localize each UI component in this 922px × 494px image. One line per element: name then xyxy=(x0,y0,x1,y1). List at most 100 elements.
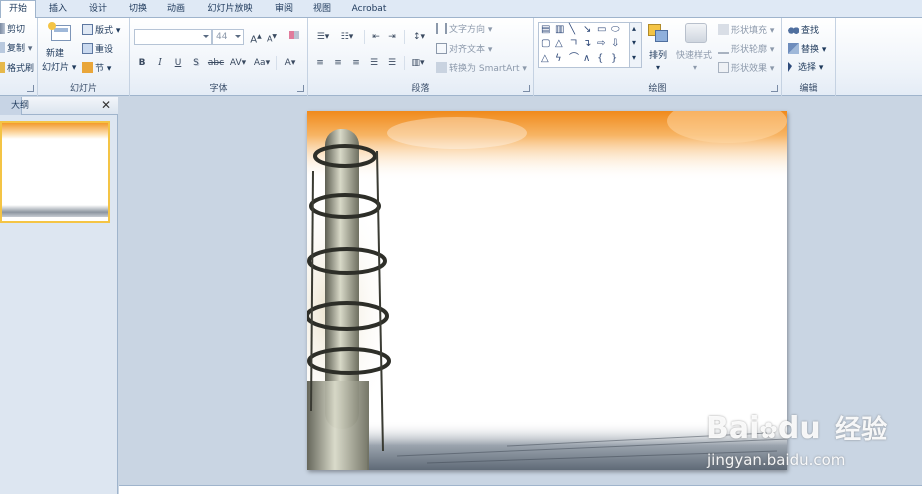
chevron-down-icon[interactable]: ▾ xyxy=(632,37,636,49)
text-direction-button[interactable]: 文字方向 ▾ xyxy=(436,23,492,36)
bullets-button[interactable]: ☰▾ xyxy=(312,30,334,44)
reset-button[interactable]: 重设 xyxy=(82,43,113,56)
indent-icon: ⇥ xyxy=(388,32,396,42)
shape-effects-button[interactable]: 形状效果 ▾ xyxy=(718,62,774,75)
oval-shape-icon[interactable]: ⬭ xyxy=(611,24,620,36)
align-right-icon: ≡ xyxy=(352,58,360,68)
quick-styles-label: 快速样式 xyxy=(676,51,713,61)
tab-transitions[interactable]: 切换 xyxy=(120,1,156,18)
quick-styles-button[interactable]: 快速样式 ▾ xyxy=(676,22,716,78)
replace-button[interactable]: 替换 ▾ xyxy=(788,43,826,56)
lightning-shape-icon[interactable]: ϟ xyxy=(555,53,562,65)
select-button[interactable]: 选择 ▾ xyxy=(788,62,823,74)
new-slide-button[interactable]: 新建 幻灯片 ▾ xyxy=(42,22,78,78)
chevron-up-icon[interactable]: ▴ xyxy=(632,23,636,35)
align-left-button[interactable]: ≡ xyxy=(312,56,328,70)
left-brace-shape-icon[interactable]: { xyxy=(597,53,603,65)
elbow-arrow-shape-icon[interactable]: ↴ xyxy=(583,38,591,50)
elbow-connector-shape-icon[interactable]: ㄱ xyxy=(569,38,578,50)
cut-button[interactable]: 剪切 xyxy=(0,23,25,36)
shapes-gallery[interactable]: ▤ ▥ ╲ ↘ ▭ ⬭ ▢ △ ㄱ ↴ ⇨ ⇩ △ ϟ ⌒ ∧ { } ▴ ▾ … xyxy=(538,22,642,68)
tab-view[interactable]: 视图 xyxy=(304,1,340,18)
text-shadow-button[interactable]: S xyxy=(188,56,204,70)
arrow-line-shape-icon[interactable]: ↘ xyxy=(583,24,591,36)
replace-icon xyxy=(788,43,799,54)
justify-button[interactable]: ☰ xyxy=(366,56,382,70)
section-button[interactable]: 节 ▾ xyxy=(82,62,111,75)
bullets-icon: ☰ xyxy=(316,32,325,42)
freeform-shape-icon[interactable]: △ xyxy=(541,53,549,65)
align-center-button[interactable]: ≡ xyxy=(330,56,346,70)
notes-pane[interactable] xyxy=(119,485,922,494)
new-slide-dropdown[interactable]: 幻灯片 ▾ xyxy=(42,62,76,74)
tab-slideshow[interactable]: 幻灯片放映 xyxy=(196,1,264,18)
tab-insert[interactable]: 插入 xyxy=(40,1,76,18)
underline-button[interactable]: U xyxy=(170,56,186,70)
font-name-combo[interactable] xyxy=(134,29,212,45)
down-arrow-shape-icon[interactable]: ⇩ xyxy=(611,38,619,50)
slide-thumbnail-1[interactable] xyxy=(0,121,110,223)
layout-button[interactable]: 版式 ▾ xyxy=(82,24,120,37)
arrange-label: 排列 xyxy=(649,51,668,61)
close-pane-icon[interactable]: ✕ xyxy=(101,99,111,111)
right-brace-shape-icon[interactable]: } xyxy=(611,53,617,65)
find-button[interactable]: 查找 xyxy=(788,24,819,37)
strikethrough-button[interactable]: abc xyxy=(206,56,226,70)
binoculars-icon xyxy=(788,24,799,35)
paragraph-launcher-icon[interactable] xyxy=(523,85,530,92)
shape-effects-icon xyxy=(718,62,729,73)
gallery-scroll[interactable]: ▴ ▾ ▾ xyxy=(629,23,641,67)
right-arrow-shape-icon[interactable]: ⇨ xyxy=(597,38,605,50)
line-spacing-button[interactable]: ↕▾ xyxy=(408,30,430,44)
clipboard-launcher-icon[interactable] xyxy=(27,85,34,92)
outline-tab[interactable]: 大纲 xyxy=(11,100,29,112)
triangle-shape-icon[interactable]: △ xyxy=(555,38,563,50)
align-text-button[interactable]: 对齐文本 ▾ xyxy=(436,43,492,56)
text-direction-icon xyxy=(436,23,447,34)
char-spacing-button[interactable]: AV▾ xyxy=(228,56,248,70)
eraser-icon xyxy=(289,31,299,39)
increase-indent-button[interactable]: ⇥ xyxy=(384,30,400,44)
vertical-textbox-shape-icon[interactable]: ▥ xyxy=(555,24,564,36)
shrink-font-button[interactable]: A▼ xyxy=(264,30,280,44)
shape-outline-button[interactable]: 形状轮廓 ▾ xyxy=(718,43,774,56)
format-painter-button[interactable]: 格式刷 xyxy=(0,62,34,75)
align-right-button[interactable]: ≡ xyxy=(348,56,364,70)
pencil-icon xyxy=(718,43,729,54)
outdent-icon: ⇤ xyxy=(372,32,380,42)
shape-fill-button[interactable]: 形状填充 ▾ xyxy=(718,24,774,37)
tab-acrobat[interactable]: Acrobat xyxy=(346,1,392,18)
convert-smartart-button[interactable]: 转换为 SmartArt ▾ xyxy=(436,62,527,75)
decrease-indent-button[interactable]: ⇤ xyxy=(368,30,384,44)
rounded-rect-shape-icon[interactable]: ▢ xyxy=(541,38,550,50)
tab-animations[interactable]: 动画 xyxy=(158,1,194,18)
slides-outline-pane: 大纲 ✕ xyxy=(0,97,118,494)
drawing-launcher-icon[interactable] xyxy=(771,85,778,92)
textbox-shape-icon[interactable]: ▤ xyxy=(541,24,550,36)
arc-shape-icon[interactable]: ⌒ xyxy=(569,53,579,65)
columns-button[interactable]: ▥▾ xyxy=(408,56,428,70)
group-clipboard: 剪切 复制 ▾ 格式刷 xyxy=(0,18,38,96)
grow-font-button[interactable]: A▲ xyxy=(248,30,264,45)
italic-button[interactable]: I xyxy=(152,56,168,70)
tab-home[interactable]: 开始 xyxy=(0,0,36,19)
brush-icon xyxy=(0,62,5,73)
gallery-more-icon[interactable]: ▾ xyxy=(632,52,636,64)
clear-formatting-button[interactable] xyxy=(286,30,302,44)
line-shape-icon[interactable]: ╲ xyxy=(569,24,575,36)
curve-shape-icon[interactable]: ∧ xyxy=(583,53,590,65)
font-size-combo[interactable]: 44 xyxy=(212,29,244,45)
tab-review[interactable]: 审阅 xyxy=(266,1,302,18)
change-case-button[interactable]: Aa▾ xyxy=(252,56,272,70)
font-launcher-icon[interactable] xyxy=(297,85,304,92)
font-color-button[interactable]: A▾ xyxy=(280,56,300,70)
section-icon xyxy=(82,62,93,73)
numbering-button[interactable]: ☷▾ xyxy=(336,30,358,44)
distributed-button[interactable]: ☰ xyxy=(384,56,400,70)
tab-design[interactable]: 设计 xyxy=(80,1,116,18)
ribbon: 剪切 复制 ▾ 格式刷 新建 幻灯片 ▾ 版式 ▾ 重设 节 ▾ 幻灯片 44 … xyxy=(0,18,922,96)
arrange-button[interactable]: 排列 ▾ xyxy=(644,22,674,78)
bold-button[interactable]: B xyxy=(134,56,150,70)
rectangle-shape-icon[interactable]: ▭ xyxy=(597,24,606,36)
copy-button[interactable]: 复制 ▾ xyxy=(0,42,32,55)
